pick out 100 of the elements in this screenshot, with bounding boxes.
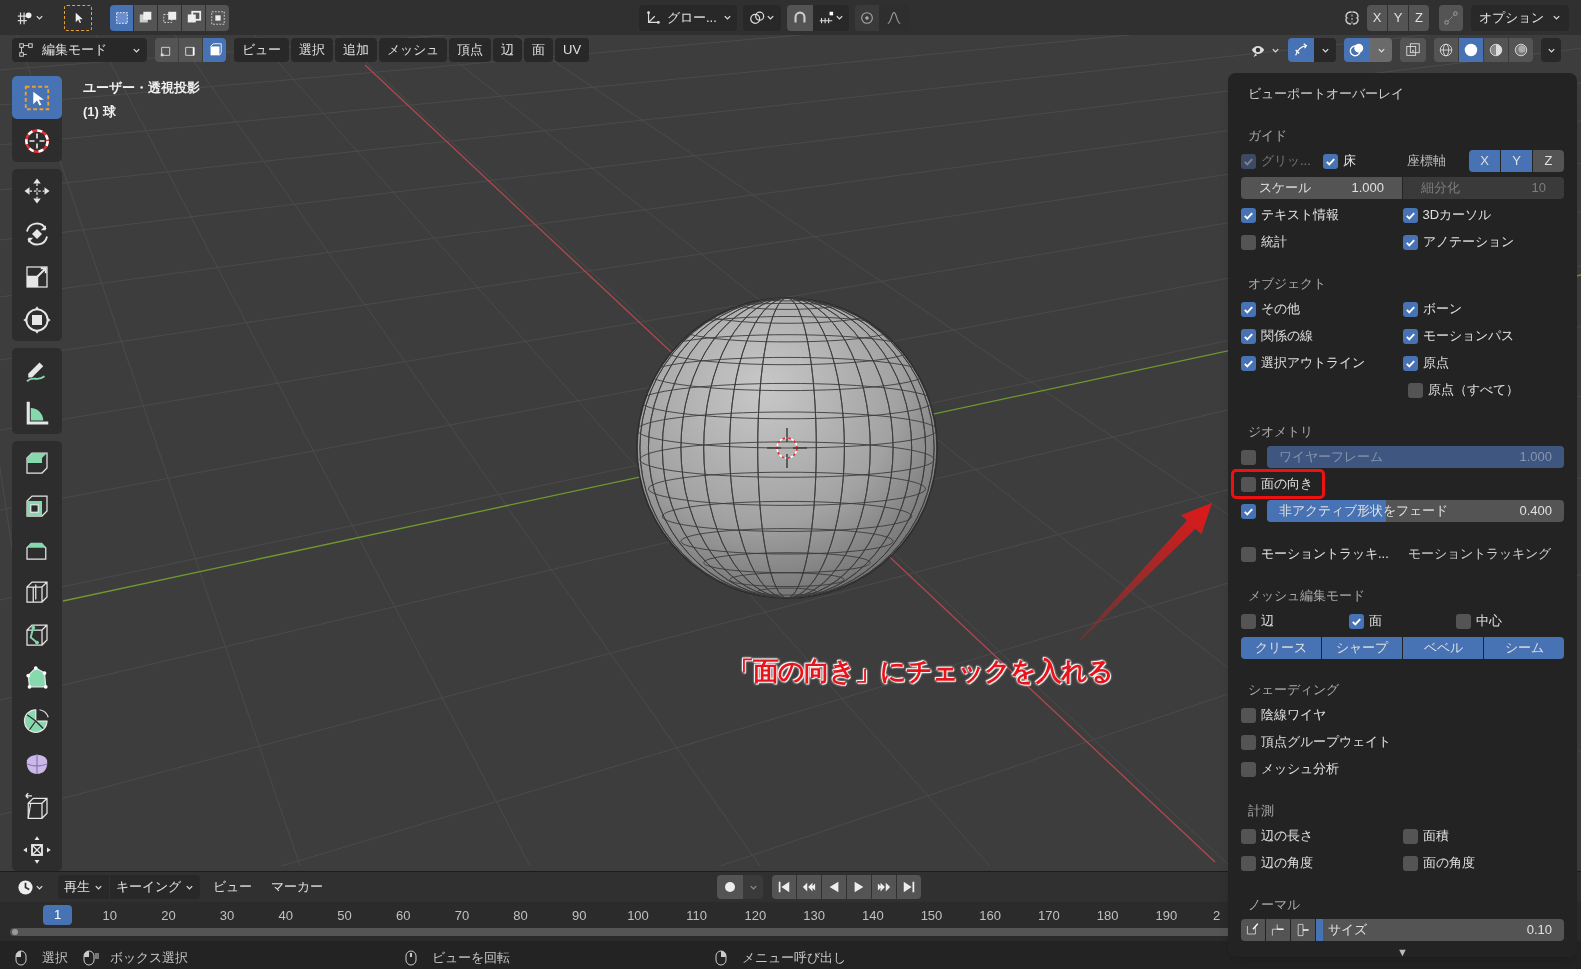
- frame-label: 100: [626, 907, 650, 925]
- checkbox[interactable]: [1402, 855, 1418, 871]
- shading-button[interactable]: [1484, 38, 1508, 62]
- checkbox[interactable]: [1241, 828, 1256, 844]
- mode-dropdown[interactable]: 編集モード: [12, 38, 147, 62]
- checkbox-label: 面の角度: [1422, 854, 1475, 873]
- checkbox[interactable]: [1241, 234, 1256, 250]
- segment-button[interactable]: クリース: [1241, 637, 1321, 659]
- axis-toggle[interactable]: X: [1469, 150, 1500, 172]
- segment-button[interactable]: シャープ: [1322, 637, 1402, 659]
- half-shaded-circle-icon: [1488, 42, 1504, 58]
- menu-button[interactable]: メッシュ: [379, 38, 447, 62]
- checkbox[interactable]: [1241, 328, 1256, 344]
- checkbox[interactable]: [1241, 476, 1256, 492]
- viewport-toggle[interactable]: [1400, 38, 1426, 62]
- playback-button[interactable]: [797, 875, 821, 899]
- checkbox[interactable]: [1241, 613, 1256, 629]
- menu-button[interactable]: ビュー: [234, 38, 289, 62]
- menu-button[interactable]: 頂点: [449, 38, 491, 62]
- select-mode-button[interactable]: [110, 4, 133, 31]
- checkbox[interactable]: [1241, 301, 1256, 317]
- viewport-toggle[interactable]: [1344, 38, 1370, 62]
- checkbox[interactable]: [1402, 355, 1418, 371]
- record-button[interactable]: [717, 875, 743, 899]
- checkbox[interactable]: [1241, 855, 1256, 871]
- normal-button[interactable]: [1291, 919, 1315, 941]
- shading-button[interactable]: [1459, 38, 1483, 62]
- checkbox-label: 面積: [1422, 827, 1449, 846]
- checkbox[interactable]: [1348, 613, 1364, 629]
- axis-toggle[interactable]: Z: [1409, 4, 1429, 31]
- number-field[interactable]: スケール 1.000: [1241, 177, 1402, 199]
- menu-button[interactable]: マーカー: [265, 875, 329, 899]
- dropdown-button[interactable]: キーイング: [110, 875, 200, 899]
- orientation-dropdown[interactable]: グロー...: [639, 4, 737, 31]
- select-mode-button[interactable]: [134, 4, 157, 31]
- checkbox[interactable]: [1402, 328, 1418, 344]
- checkbox[interactable]: [1241, 761, 1256, 777]
- checkbox[interactable]: [1402, 828, 1418, 844]
- checkbox[interactable]: [1241, 207, 1256, 223]
- axis-toggle[interactable]: Z: [1533, 150, 1564, 172]
- solid-circle-icon: [1463, 42, 1479, 58]
- menu-button[interactable]: 追加: [335, 38, 377, 62]
- axis-toggle[interactable]: Y: [1388, 4, 1408, 31]
- snap-toggle[interactable]: [787, 4, 813, 31]
- select-mode-button[interactable]: [182, 4, 205, 31]
- viewport-toggle[interactable]: [1288, 38, 1314, 62]
- segment-button[interactable]: ベベル: [1403, 637, 1483, 659]
- proportional-toggle[interactable]: [855, 4, 879, 31]
- checkbox[interactable]: [1323, 153, 1338, 169]
- playback-button[interactable]: [772, 875, 796, 899]
- frame-label: 20: [160, 907, 177, 925]
- playback-button[interactable]: [872, 875, 896, 899]
- segment-button[interactable]: シーム: [1484, 637, 1564, 659]
- normal-button[interactable]: [1241, 919, 1265, 941]
- current-frame-marker[interactable]: 1: [43, 905, 72, 925]
- select-mode-button[interactable]: [203, 38, 226, 62]
- checkbox-label: その他: [1261, 300, 1300, 319]
- auto-merge-toggle[interactable]: [1439, 4, 1463, 31]
- select-tool-button[interactable]: [64, 4, 92, 31]
- options-dropdown[interactable]: オプション: [1471, 4, 1569, 31]
- shading-button[interactable]: [1434, 38, 1458, 62]
- frame-label: 60: [394, 907, 412, 925]
- squares-icon: [113, 9, 130, 26]
- menu-button[interactable]: 面: [524, 38, 553, 62]
- checkbox[interactable]: [1241, 546, 1256, 562]
- checkbox[interactable]: [1241, 734, 1256, 750]
- checkbox[interactable]: [1241, 707, 1256, 723]
- curve-icon: [886, 9, 902, 26]
- merge-icon: [1443, 9, 1459, 26]
- section-title: ジオメトリ: [1247, 422, 1314, 441]
- snap-dropdown[interactable]: [813, 4, 849, 31]
- dropdown-button[interactable]: [1541, 38, 1561, 62]
- checkbox[interactable]: [1241, 503, 1256, 519]
- menu-button[interactable]: 選択: [291, 38, 333, 62]
- select-mode-button[interactable]: [206, 4, 229, 31]
- axis-toggle[interactable]: Y: [1501, 150, 1532, 172]
- checkbox[interactable]: [1456, 613, 1472, 629]
- checkbox[interactable]: [1402, 301, 1418, 317]
- dropdown-button[interactable]: 再生: [58, 875, 109, 899]
- playback-button[interactable]: [822, 875, 846, 899]
- checkbox[interactable]: [1241, 355, 1256, 371]
- checkbox[interactable]: [1402, 207, 1418, 223]
- normal-button[interactable]: [1266, 919, 1290, 941]
- select-mode-button[interactable]: [158, 4, 181, 31]
- dropdown-button[interactable]: [1314, 38, 1336, 62]
- playback-button[interactable]: [897, 875, 921, 899]
- menu-button[interactable]: 辺: [493, 38, 522, 62]
- shading-button[interactable]: [1509, 38, 1533, 62]
- axis-toggle[interactable]: X: [1367, 4, 1387, 31]
- pivot-dropdown[interactable]: [743, 4, 781, 31]
- checkbox[interactable]: [1408, 382, 1423, 398]
- menu-button[interactable]: ビュー: [207, 875, 258, 899]
- menu-button[interactable]: UV: [555, 38, 590, 62]
- checkbox-label: 関係の線: [1261, 327, 1313, 346]
- checkbox[interactable]: [1402, 234, 1418, 250]
- slider[interactable]: サイズ 0.10: [1316, 919, 1564, 941]
- view-name: ユーザー・透視投影: [83, 79, 200, 97]
- playback-button[interactable]: [847, 875, 871, 899]
- handle-icon: [11, 928, 19, 936]
- frame-label: 70: [453, 907, 471, 925]
